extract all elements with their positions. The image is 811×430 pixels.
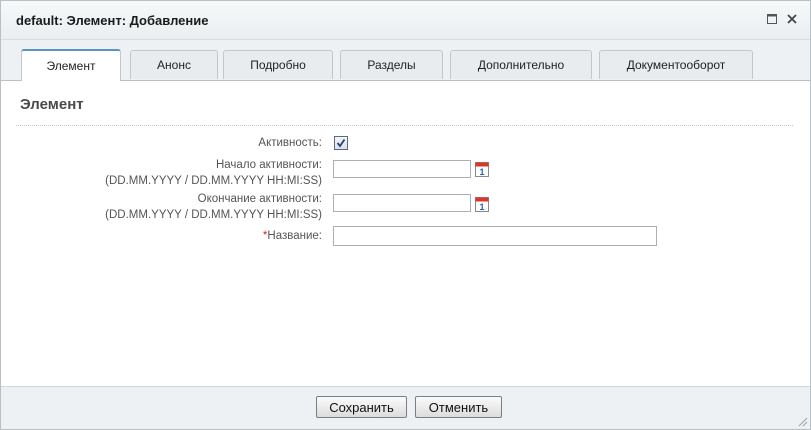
tab-element[interactable]: Элемент bbox=[21, 49, 121, 81]
active-label: Активность: bbox=[258, 137, 322, 149]
maximize-button[interactable] bbox=[764, 11, 780, 27]
close-button[interactable] bbox=[784, 11, 800, 27]
svg-text:1: 1 bbox=[479, 167, 484, 177]
end-date-input[interactable] bbox=[333, 194, 471, 212]
start-date-label: Начало активности: (DD.MM.YYYY / DD.MM.Y… bbox=[105, 157, 322, 189]
close-icon bbox=[787, 14, 797, 24]
tab-workflow[interactable]: Документооборот bbox=[599, 50, 753, 79]
tab-label: Анонс bbox=[157, 58, 191, 72]
name-label-text: Название: bbox=[267, 230, 322, 242]
tab-label: Подробно bbox=[250, 58, 306, 72]
section-title: Элемент bbox=[20, 96, 84, 113]
maximize-icon bbox=[767, 14, 777, 24]
tab-additional[interactable]: Дополнительно bbox=[450, 50, 592, 79]
tab-announce[interactable]: Анонс bbox=[130, 50, 218, 79]
name-label: *Название: bbox=[263, 228, 322, 244]
dialog-title: default: Элемент: Добавление bbox=[16, 13, 209, 28]
tab-sections[interactable]: Разделы bbox=[340, 50, 443, 79]
tab-label: Разделы bbox=[367, 58, 416, 72]
name-input[interactable] bbox=[333, 226, 657, 246]
tab-label: Дополнительно bbox=[477, 58, 565, 72]
start-date-label-text: Начало активности: bbox=[215, 159, 322, 171]
checkmark-icon bbox=[336, 138, 346, 148]
end-date-calendar-button[interactable]: 1 bbox=[475, 197, 489, 212]
dialog-footer: Сохранить Отменить bbox=[1, 386, 810, 429]
calendar-icon: 1 bbox=[475, 197, 489, 212]
start-date-format-hint: (DD.MM.YYYY / DD.MM.YYYY HH:MI:SS) bbox=[105, 175, 322, 187]
end-date-format-hint: (DD.MM.YYYY / DD.MM.YYYY HH:MI:SS) bbox=[105, 209, 322, 221]
resize-grip-icon[interactable] bbox=[796, 415, 808, 427]
title-bar[interactable]: default: Элемент: Добавление bbox=[1, 1, 810, 40]
tab-details[interactable]: Подробно bbox=[223, 50, 333, 79]
save-button[interactable]: Сохранить bbox=[316, 396, 407, 418]
tab-label: Элемент bbox=[46, 59, 96, 73]
dialog-window: default: Элемент: Добавление Элемент Ано… bbox=[0, 0, 811, 430]
end-date-label: Окончание активности: (DD.MM.YYYY / DD.M… bbox=[105, 191, 322, 223]
tab-bar: Элемент Анонс Подробно Разделы Дополните… bbox=[1, 40, 810, 81]
tab-label: Документооборот bbox=[626, 58, 726, 72]
calendar-icon: 1 bbox=[475, 162, 489, 177]
start-date-calendar-button[interactable]: 1 bbox=[475, 162, 489, 177]
active-checkbox[interactable] bbox=[334, 136, 348, 150]
start-date-input[interactable] bbox=[333, 160, 471, 178]
section-divider bbox=[16, 125, 793, 126]
cancel-button[interactable]: Отменить bbox=[415, 396, 502, 418]
end-date-label-text: Окончание активности: bbox=[197, 193, 322, 205]
svg-text:1: 1 bbox=[479, 202, 484, 212]
